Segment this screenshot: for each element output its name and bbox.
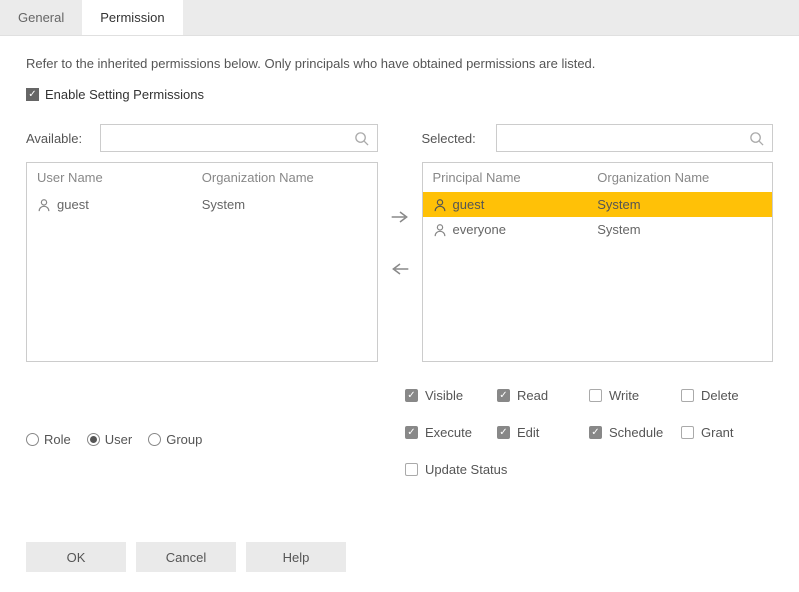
available-list[interactable]: User Name Organization Name guest System [26,162,378,362]
selected-search[interactable] [496,124,774,152]
checkbox-icon [405,463,418,476]
selected-label: Selected: [422,131,488,146]
selected-search-input[interactable] [505,131,750,146]
search-icon [749,131,764,146]
perm-label: Write [609,388,639,403]
principal-type-group: Role User Group [26,388,363,499]
list-item-org: System [202,197,367,212]
list-item-org: System [597,197,762,212]
selected-list[interactable]: Principal Name Organization Name guest Sy… [422,162,774,362]
transfer-arrows [378,124,422,362]
selected-panel: Selected: Principal Name Organization Na… [422,124,774,362]
perm-grant[interactable]: Grant [681,425,773,440]
perm-label: Grant [701,425,734,440]
enable-label: Enable Setting Permissions [45,87,204,102]
checkbox-icon [681,426,694,439]
perm-schedule[interactable]: ✓ Schedule [589,425,681,440]
checkbox-icon [589,389,602,402]
perm-label: Update Status [425,462,507,477]
radio-icon [26,433,39,446]
perm-delete[interactable]: Delete [681,388,773,403]
list-item[interactable]: guest System [423,192,773,217]
user-icon [37,198,51,212]
instruction-text: Refer to the inherited permissions below… [26,56,773,71]
list-item-name: guest [57,197,89,212]
list-item-name: guest [453,197,485,212]
move-left-button[interactable] [388,257,412,281]
arrow-left-icon [390,261,410,277]
perm-write[interactable]: Write [589,388,681,403]
radio-role[interactable]: Role [26,432,71,447]
checkbox-icon: ✓ [26,88,39,101]
checkbox-icon [681,389,694,402]
permissions-grid: ✓ Visible ✓ Read Write Delete ✓ Execute ✓ Edit ✓ Sc… [363,388,773,499]
checkbox-icon: ✓ [405,389,418,402]
enable-setting-permissions-checkbox[interactable]: ✓ Enable Setting Permissions [26,87,773,102]
cancel-button[interactable]: Cancel [136,542,236,572]
available-panel: Available: User Name Organization Name g… [26,124,378,362]
tab-permission[interactable]: Permission [82,0,182,35]
perm-update_status[interactable]: Update Status [405,462,545,477]
available-search[interactable] [100,124,378,152]
radio-group[interactable]: Group [148,432,202,447]
perm-label: Edit [517,425,539,440]
selected-list-header: Principal Name Organization Name [423,163,773,192]
radio-user[interactable]: User [87,432,132,447]
checkbox-icon: ✓ [497,426,510,439]
list-item[interactable]: guest System [27,192,377,217]
available-list-header: User Name Organization Name [27,163,377,192]
user-icon [433,198,447,212]
arrow-right-icon [390,209,410,225]
perm-read[interactable]: ✓ Read [497,388,589,403]
radio-icon [87,433,100,446]
radio-icon [148,433,161,446]
checkbox-icon: ✓ [589,426,602,439]
checkbox-icon: ✓ [405,426,418,439]
perm-edit[interactable]: ✓ Edit [497,425,589,440]
perm-label: Schedule [609,425,663,440]
perm-label: Read [517,388,548,403]
list-item-org: System [597,222,762,237]
perm-visible[interactable]: ✓ Visible [405,388,497,403]
help-button[interactable]: Help [246,542,346,572]
checkbox-icon: ✓ [497,389,510,402]
ok-button[interactable]: OK [26,542,126,572]
list-item-name: everyone [453,222,506,237]
available-label: Available: [26,131,92,146]
available-search-input[interactable] [109,131,354,146]
tabs-bar: General Permission [0,0,799,36]
search-icon [354,131,369,146]
user-icon [433,223,447,237]
perm-execute[interactable]: ✓ Execute [405,425,497,440]
dialog-buttons: OK Cancel Help [26,542,346,572]
list-item[interactable]: everyone System [423,217,773,242]
perm-label: Delete [701,388,739,403]
move-right-button[interactable] [388,205,412,229]
perm-label: Execute [425,425,472,440]
tab-general[interactable]: General [0,0,82,35]
perm-label: Visible [425,388,463,403]
